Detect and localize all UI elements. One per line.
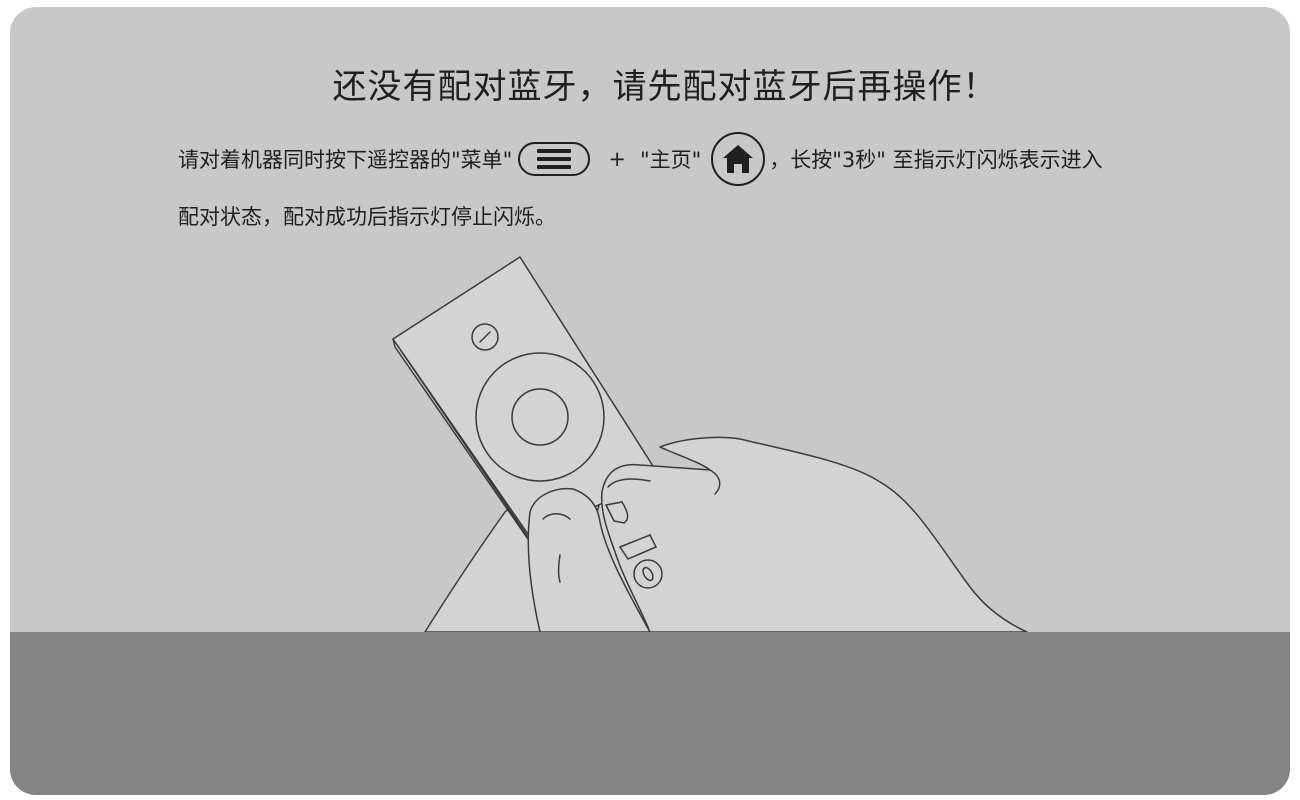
instruction-text-part2: "主页" xyxy=(639,148,702,172)
instruction-text-part1: 请对着机器同时按下遥控器的"菜单" xyxy=(178,148,513,172)
instruction-text-part3: ，长按"3秒" 至指示灯闪烁表示进入 xyxy=(769,148,1103,172)
home-icon xyxy=(723,145,754,173)
remote-ok-button xyxy=(511,388,569,446)
remote-mic-button xyxy=(633,559,663,589)
bottom-bar xyxy=(10,632,1290,795)
instruction-line-1: 请对着机器同时按下遥控器的"菜单" + "主页" ，长按"3秒" 至指示灯闪烁表… xyxy=(178,131,1103,187)
bluetooth-pairing-dialog: 还没有配对蓝牙，请先配对蓝牙后再操作！ 请对着机器同时按下遥控器的"菜单" + … xyxy=(10,7,1290,795)
right-hand xyxy=(600,436,1028,633)
instruction-line-2: 配对状态，配对成功后指示灯停止闪烁。 xyxy=(178,205,556,229)
home-button-illustration xyxy=(711,132,766,186)
dialog-title: 还没有配对蓝牙，请先配对蓝牙后再操作！ xyxy=(332,67,998,107)
plus-sign: + xyxy=(608,147,626,171)
menu-icon xyxy=(537,149,572,169)
menu-button-illustration xyxy=(518,142,591,176)
